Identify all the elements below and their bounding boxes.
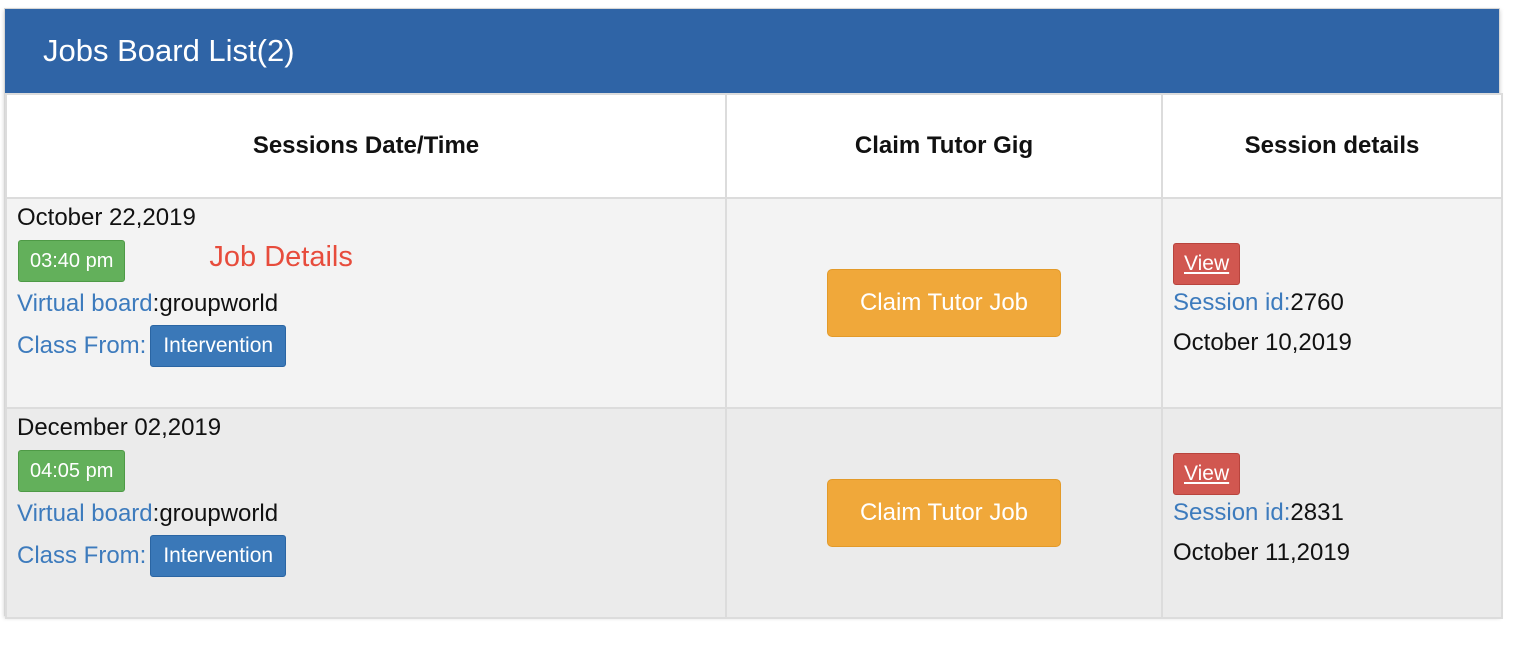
virtual-board-label: Virtual board	[17, 500, 153, 527]
column-header-session-details: Session details	[1161, 93, 1503, 199]
session-date: October 22,2019	[17, 204, 196, 231]
session-created-date: October 10,2019	[1173, 329, 1352, 356]
claim-cell: Claim Tutor Job	[725, 407, 1163, 619]
class-from-badge: Intervention	[150, 325, 287, 367]
class-from-line: Class From: Intervention	[17, 535, 715, 577]
panel-header: Jobs Board List(2)	[5, 9, 1499, 93]
session-created-date: October 11,2019	[1173, 539, 1351, 566]
session-time-badge: 04:05 pm	[18, 450, 126, 492]
job-details-label: Job Details	[209, 240, 353, 273]
claim-cell: Claim Tutor Job	[725, 197, 1163, 409]
virtual-board-value: :groupworld	[152, 290, 279, 317]
jobs-table: Sessions Date/Time Claim Tutor Gig Sessi…	[5, 93, 1503, 619]
table-header-row: Sessions Date/Time Claim Tutor Gig Sessi…	[5, 93, 1503, 199]
view-button[interactable]: View	[1173, 243, 1241, 285]
session-datetime-cell: October 22,2019 03:40 pm Job Details Vir…	[5, 197, 727, 409]
class-from-label: Class From:	[17, 332, 147, 359]
jobs-board-panel: Jobs Board List(2) Sessions Date/Time Cl…	[4, 8, 1503, 619]
class-from-badge: Intervention	[150, 535, 287, 577]
virtual-board-label: Virtual board	[17, 290, 153, 317]
session-datetime-cell: December 02,2019 04:05 pm Virtual board:…	[5, 407, 727, 619]
claim-tutor-job-button[interactable]: Claim Tutor Job	[827, 479, 1061, 547]
session-time-badge: 03:40 pm	[18, 240, 126, 282]
session-id-value: 2831	[1290, 499, 1344, 526]
table-row: October 22,2019 03:40 pm Job Details Vir…	[5, 197, 1503, 409]
column-header-claim-tutor-gig: Claim Tutor Gig	[725, 93, 1163, 199]
virtual-board-line: Virtual board:groupworld	[17, 283, 715, 325]
class-from-label: Class From:	[17, 542, 147, 569]
session-details-cell: View Session id:2831 October 11,2019	[1161, 407, 1503, 619]
class-from-line: Class From: Intervention	[17, 325, 715, 367]
session-id-value: 2760	[1290, 289, 1344, 316]
session-date: December 02,2019	[17, 414, 222, 441]
view-button[interactable]: View	[1173, 453, 1241, 495]
session-details-cell: View Session id:2760 October 10,2019	[1161, 197, 1503, 409]
session-id-label: Session id:	[1173, 499, 1291, 526]
table-row: December 02,2019 04:05 pm Virtual board:…	[5, 407, 1503, 619]
claim-tutor-job-button[interactable]: Claim Tutor Job	[827, 269, 1061, 337]
panel-title: Jobs Board List(2)	[43, 33, 295, 68]
virtual-board-value: :groupworld	[152, 500, 279, 527]
session-id-label: Session id:	[1173, 289, 1291, 316]
column-header-sessions-datetime: Sessions Date/Time	[5, 93, 727, 199]
virtual-board-line: Virtual board:groupworld	[17, 493, 715, 535]
